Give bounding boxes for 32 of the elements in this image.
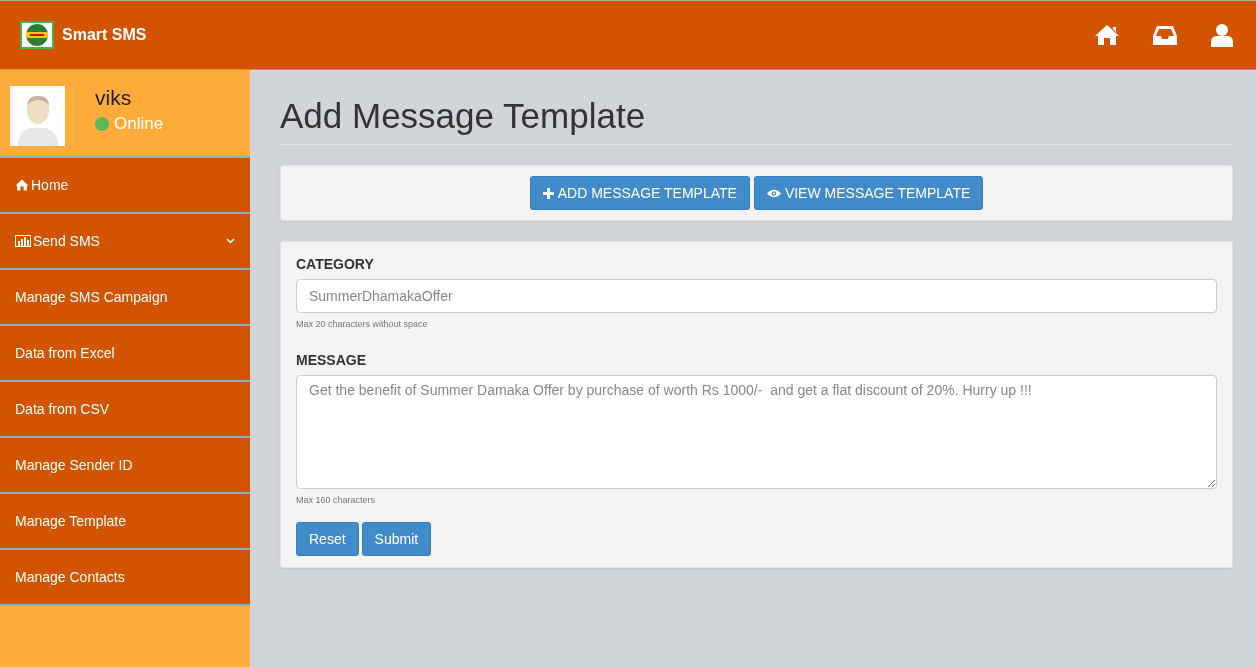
field-label: CATEGORY: [296, 256, 375, 272]
user-status: Online: [114, 114, 164, 134]
action-button[interactable]: ADD MESSAGE TEMPLATE: [529, 176, 750, 210]
field-hint: Max 20 characters without space: [296, 319, 429, 329]
sidebar-item[interactable]: Send SMS: [0, 214, 250, 270]
home-icon: [15, 179, 29, 191]
inbox-icon[interactable]: [1152, 24, 1178, 46]
action-button[interactable]: VIEW MESSAGE TEMPLATE: [753, 176, 984, 210]
field-label: MESSAGE: [296, 352, 367, 368]
bar-chart-icon: [15, 235, 31, 247]
field-hint: Max 160 characters: [296, 495, 377, 505]
input-field[interactable]: SummerDhamakaOffer: [296, 279, 1217, 313]
sidebar-item[interactable]: Home: [0, 158, 250, 214]
text-area[interactable]: Get the benefit of Summer Damaka Offer by purchase of worth Rs 1000/- and get a flat discount of 20%. Hurry up !!!: [296, 375, 1217, 489]
form-button[interactable]: Submit: [361, 522, 432, 556]
app-title: Smart SMS: [62, 26, 147, 44]
plus-icon: [542, 187, 554, 199]
sidebar-item[interactable]: Manage Sender ID: [0, 438, 250, 494]
sidebar-item[interactable]: Manage Contacts: [0, 550, 250, 606]
sidebar-item[interactable]: Data from Excel: [0, 326, 250, 382]
user-name: viks: [95, 86, 133, 110]
avatar-silhouette: [10, 86, 65, 146]
logo-icon: [20, 21, 54, 49]
page-title: Add Message Template: [280, 96, 1233, 145]
eye-icon: [766, 188, 781, 198]
sidebar-item[interactable]: Data from CSV: [0, 382, 250, 438]
chevron-down-icon: [226, 238, 235, 244]
form-button[interactable]: Reset: [296, 522, 359, 556]
user-icon[interactable]: [1210, 23, 1234, 47]
home-icon[interactable]: [1094, 24, 1120, 46]
sidebar-item[interactable]: Manage SMS Campaign: [0, 270, 250, 326]
sidebar-item[interactable]: Manage Template: [0, 494, 250, 550]
